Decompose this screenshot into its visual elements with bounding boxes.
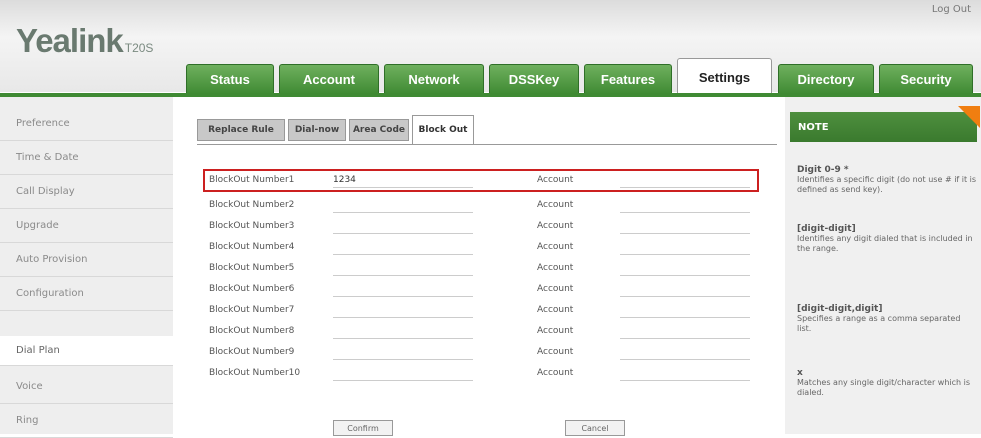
account-label: Account [537, 347, 574, 357]
highlight-box [203, 169, 759, 192]
blockout-row: BlockOut Number7 Account [205, 300, 760, 321]
account-label: Account [537, 263, 574, 273]
tab-dsskey[interactable]: DSSKey [489, 64, 579, 94]
logout-link[interactable]: Log Out [932, 4, 971, 15]
tab-account[interactable]: Account [279, 64, 379, 94]
blockout-number-label: BlockOut Number9 [209, 347, 295, 357]
account-label: Account [537, 284, 574, 294]
blockout-number-input[interactable] [333, 323, 473, 339]
tab-network[interactable]: Network [384, 64, 484, 94]
blockout-number-input[interactable] [333, 365, 473, 381]
blockout-row: BlockOut Number3 Account [205, 216, 760, 237]
blockout-number-input[interactable] [333, 344, 473, 360]
sidebar-item-dial-plan[interactable]: Dial Plan [0, 336, 173, 366]
blockout-row: BlockOut Number8 Account [205, 321, 760, 342]
tab-features[interactable]: Features [584, 64, 672, 94]
sidebar-item-auto-provision[interactable]: Auto Provision [0, 243, 173, 277]
note-item: Digit 0-9 * Identifies a specific digit … [797, 165, 977, 195]
note-item-title: [digit-digit,digit] [797, 304, 883, 314]
account-label: Account [537, 200, 574, 210]
account-label: Account [537, 326, 574, 336]
sidebar-item-ring[interactable]: Ring [0, 404, 173, 438]
blockout-row: BlockOut Number4 Account [205, 237, 760, 258]
blockout-number-input[interactable] [333, 197, 473, 213]
blockout-number-label: BlockOut Number5 [209, 263, 295, 273]
note-item-text: Matches any single digit/character which… [797, 378, 971, 397]
subtab-replace-rule[interactable]: Replace Rule [197, 119, 285, 141]
logo-text: Yealink [16, 22, 124, 59]
note-item-text: Identifies any digit dialed that is incl… [797, 234, 973, 253]
note-item: [digit-digit] Identifies any digit diale… [797, 224, 977, 254]
logo-model: T20S [124, 41, 154, 55]
tab-status[interactable]: Status [186, 64, 274, 94]
sidebar-item-call-display[interactable]: Call Display [0, 175, 173, 209]
sidebar-item-configuration[interactable]: Configuration [0, 277, 173, 311]
note-item-text: Specifies a range as a comma separated l… [797, 314, 961, 333]
yealink-logo: Yealink T20S [16, 22, 153, 60]
subtab-underline [197, 144, 777, 145]
sidebar-item-voice[interactable]: Voice [0, 370, 173, 404]
account-label: Account [537, 221, 574, 231]
blockout-number-input[interactable] [333, 218, 473, 234]
blockout-row: BlockOut Number10 Account [205, 363, 760, 384]
note-item: x Matches any single digit/character whi… [797, 368, 977, 398]
blockout-row: BlockOut Number6 Account [205, 279, 760, 300]
tab-security[interactable]: Security [879, 64, 973, 94]
note-item-title: x [797, 368, 803, 378]
sidebar-item-upgrade[interactable]: Upgrade [0, 209, 173, 243]
note-corner-decoration [958, 106, 980, 128]
subtab-area-code[interactable]: Area Code [349, 119, 409, 141]
note-item-title: [digit-digit] [797, 224, 856, 234]
blockout-row: BlockOut Number9 Account [205, 342, 760, 363]
blockout-number-input[interactable] [333, 281, 473, 297]
account-label: Account [537, 368, 574, 378]
blockout-row: BlockOut Number2 Account [205, 195, 760, 216]
blockout-number-input[interactable] [333, 239, 473, 255]
note-item: [digit-digit,digit] Specifies a range as… [797, 304, 977, 334]
blockout-number-label: BlockOut Number3 [209, 221, 295, 231]
subtab-dial-now[interactable]: Dial-now [288, 119, 346, 141]
blockout-number-label: BlockOut Number8 [209, 326, 295, 336]
account-select[interactable] [620, 218, 750, 234]
sidebar-item-preference[interactable]: Preference [0, 107, 173, 141]
note-title: NOTE [790, 112, 977, 142]
account-select[interactable] [620, 344, 750, 360]
account-select[interactable] [620, 197, 750, 213]
account-select[interactable] [620, 302, 750, 318]
blockout-number-label: BlockOut Number4 [209, 242, 295, 252]
blockout-number-label: BlockOut Number7 [209, 305, 295, 315]
tab-directory[interactable]: Directory [778, 64, 874, 94]
blockout-number-label: BlockOut Number6 [209, 284, 295, 294]
blockout-number-input[interactable] [333, 260, 473, 276]
note-item-text: Identifies a specific digit (do not use … [797, 175, 977, 194]
blockout-number-label: BlockOut Number10 [209, 368, 301, 378]
account-select[interactable] [620, 365, 750, 381]
account-label: Account [537, 305, 574, 315]
account-label: Account [537, 242, 574, 252]
tab-settings[interactable]: Settings [677, 58, 772, 96]
sidebar-item-time-date[interactable]: Time & Date [0, 141, 173, 175]
blockout-number-label: BlockOut Number2 [209, 200, 295, 210]
blockout-number-input[interactable] [333, 302, 473, 318]
blockout-row: BlockOut Number5 Account [205, 258, 760, 279]
account-select[interactable] [620, 281, 750, 297]
account-select[interactable] [620, 239, 750, 255]
subtab-block-out[interactable]: Block Out [412, 115, 474, 145]
account-select[interactable] [620, 323, 750, 339]
account-select[interactable] [620, 260, 750, 276]
sidebar: Preference Time & Date Call Display Upgr… [0, 97, 173, 438]
note-item-title: Digit 0-9 * [797, 165, 849, 175]
